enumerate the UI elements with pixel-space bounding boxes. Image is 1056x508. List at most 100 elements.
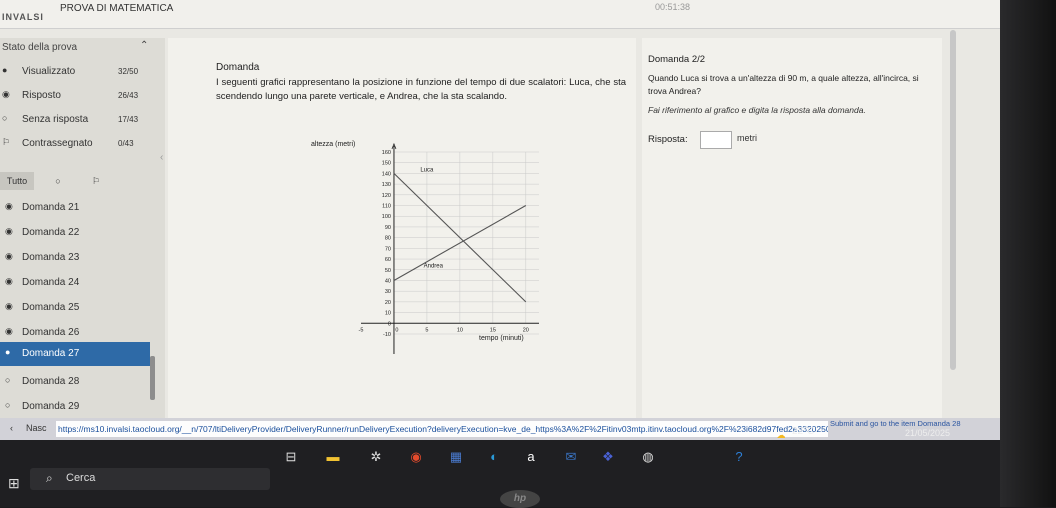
- store-icon[interactable]: ▦: [445, 448, 467, 466]
- filter-all-tab[interactable]: Tutto: [0, 172, 34, 190]
- question-title: Domanda: [216, 62, 260, 73]
- question-label: Domanda 21: [22, 202, 80, 213]
- empty-circle-icon: ○: [2, 113, 8, 123]
- file-explorer-icon[interactable]: ▬: [322, 448, 344, 466]
- filter-flagged-icon[interactable]: ⚐: [86, 172, 106, 190]
- title-bar: INVALSI PROVA DI MATEMATICA 00:51:38: [0, 0, 1000, 29]
- y-tick-label: 160: [382, 150, 391, 156]
- radio-icon: ◉: [5, 326, 13, 336]
- question-item-27[interactable]: ● Domanda 27: [0, 342, 150, 366]
- question-label: Domanda 26: [22, 327, 80, 338]
- y-axis-label: altezza (metri): [311, 141, 355, 148]
- content-scrollbar[interactable]: [950, 30, 956, 370]
- subquestion-text: Quando Luca si trova a un'altezza di 90 …: [648, 73, 919, 96]
- task-view-icon[interactable]: ⊟: [280, 448, 302, 466]
- question-label: Domanda 27: [22, 348, 80, 359]
- y-tick-label: 60: [385, 257, 391, 263]
- dropbox-icon[interactable]: ❖: [597, 448, 619, 466]
- chevron-up-icon[interactable]: ⌃: [140, 40, 148, 51]
- question-label: Domanda 22: [22, 227, 80, 238]
- radio-icon: ◉: [2, 89, 10, 99]
- help-icon[interactable]: ?: [728, 448, 750, 466]
- sidebar-scrollbar[interactable]: [150, 356, 155, 400]
- hp-logo: hp: [500, 490, 540, 508]
- question-item-23[interactable]: ◉ Domanda 23: [0, 246, 150, 270]
- timer: 00:51:38: [655, 2, 691, 12]
- y-tick-label: 30: [385, 289, 391, 295]
- question-item-28[interactable]: ○ Domanda 28: [0, 370, 150, 394]
- amazon-icon[interactable]: a: [520, 448, 542, 466]
- filter-tabs: Tutto ○ ⚐: [0, 170, 165, 192]
- question-item-29[interactable]: ○ Domanda 29: [0, 395, 150, 419]
- y-tick-label: 130: [382, 182, 391, 188]
- question-label: Domanda 24: [22, 277, 80, 288]
- chrome-icon[interactable]: ◉: [405, 448, 427, 466]
- y-tick-label: 10: [385, 311, 391, 317]
- instruction-text: Fai riferimento al grafico e digita la r…: [648, 105, 866, 115]
- x-tick-label: -5: [359, 327, 364, 333]
- answer-panel: Domanda 2/2 Quando Luca si trova a un'al…: [642, 38, 942, 430]
- mail-icon[interactable]: ✉: [560, 448, 582, 466]
- stat-label: Contrassegnato: [22, 138, 93, 149]
- y-tick-label: 70: [385, 246, 391, 252]
- stat-count: 26/43: [118, 91, 139, 100]
- y-tick-label: 90: [385, 225, 391, 231]
- question-item-21[interactable]: ◉ Domanda 21: [0, 196, 150, 220]
- taskbar-search[interactable]: ⌕ Cerca: [30, 468, 270, 490]
- question-content: Domanda I seguenti grafici rappresentano…: [168, 38, 636, 430]
- question-label: Domanda 25: [22, 302, 80, 313]
- app-title: PROVA DI MATEMATICA: [60, 3, 174, 14]
- date: 21/05/2025: [905, 428, 951, 438]
- stat-flagged: ⚐ Contrassegnato 0/43: [0, 136, 165, 154]
- invalsi-logo: INVALSI: [2, 12, 44, 22]
- hide-panel-link[interactable]: Nasc: [26, 423, 47, 433]
- question-item-25[interactable]: ◉ Domanda 25: [0, 296, 150, 320]
- empty-circle-icon: ○: [5, 400, 11, 410]
- question-item-24[interactable]: ◉ Domanda 24: [0, 271, 150, 295]
- settings-gear-icon[interactable]: ✲: [365, 448, 387, 466]
- question-label: Domanda 23: [22, 252, 80, 263]
- x-tick-label: 20: [523, 327, 529, 333]
- back-arrow-icon[interactable]: ‹: [10, 423, 13, 433]
- radio-icon: ◉: [5, 276, 13, 286]
- y-tick-label: 120: [382, 193, 391, 199]
- stat-count: 17/43: [118, 115, 139, 124]
- y-tick-label: 50: [385, 268, 391, 274]
- edge-icon[interactable]: ◐: [483, 448, 505, 466]
- empty-circle-icon: ○: [5, 375, 11, 385]
- series-label: Luca: [420, 167, 434, 173]
- exam-screen: INVALSI PROVA DI MATEMATICA 00:51:38 Sta…: [0, 0, 1000, 455]
- y-tick-label: 100: [382, 214, 391, 220]
- answer-unit: metri: [737, 133, 757, 143]
- app-icon[interactable]: ◍: [637, 448, 659, 466]
- x-tick-label: 0: [395, 327, 398, 333]
- search-placeholder: Cerca: [66, 472, 96, 484]
- question-text: I seguenti grafici rappresentano la posi…: [216, 77, 626, 102]
- y-tick-label: 40: [385, 278, 391, 284]
- filled-circle-icon: ●: [5, 347, 11, 357]
- filled-circle-icon: ●: [2, 65, 8, 75]
- x-axis-label: tempo (minuti): [479, 335, 524, 342]
- monitor-bezel: [1000, 0, 1056, 507]
- radio-icon: ◉: [5, 226, 13, 236]
- filter-unanswered-icon[interactable]: ○: [48, 172, 68, 190]
- taskbar: ⊟ ▬ ✲ ◉ ▦ ◐ a ✉ ❖ ◍ ? ☁ 22°C 21/05/2025 …: [0, 426, 1000, 508]
- flag-icon: ⚐: [2, 137, 11, 147]
- stat-count: 0/43: [118, 139, 134, 148]
- question-label: Domanda 28: [22, 376, 80, 387]
- search-icon: ⌕: [46, 471, 53, 485]
- collapse-sidebar-icon[interactable]: ‹: [160, 152, 163, 163]
- stat-label: Visualizzato: [22, 66, 76, 77]
- x-tick-label: 5: [425, 327, 428, 333]
- question-item-22[interactable]: ◉ Domanda 22: [0, 221, 150, 245]
- y-tick-label: 20: [385, 300, 391, 306]
- y-tick-label: 80: [385, 236, 391, 242]
- question-label: Domanda 29: [22, 401, 80, 412]
- answer-input[interactable]: [700, 131, 732, 149]
- position-time-graph: -100102030405060708090100110120130140150…: [311, 141, 539, 354]
- y-tick-label: 150: [382, 161, 391, 167]
- radio-icon: ◉: [5, 201, 13, 211]
- radio-icon: ◉: [5, 301, 13, 311]
- x-tick-label: 15: [490, 327, 496, 333]
- windows-start-icon[interactable]: ⊞: [8, 475, 20, 492]
